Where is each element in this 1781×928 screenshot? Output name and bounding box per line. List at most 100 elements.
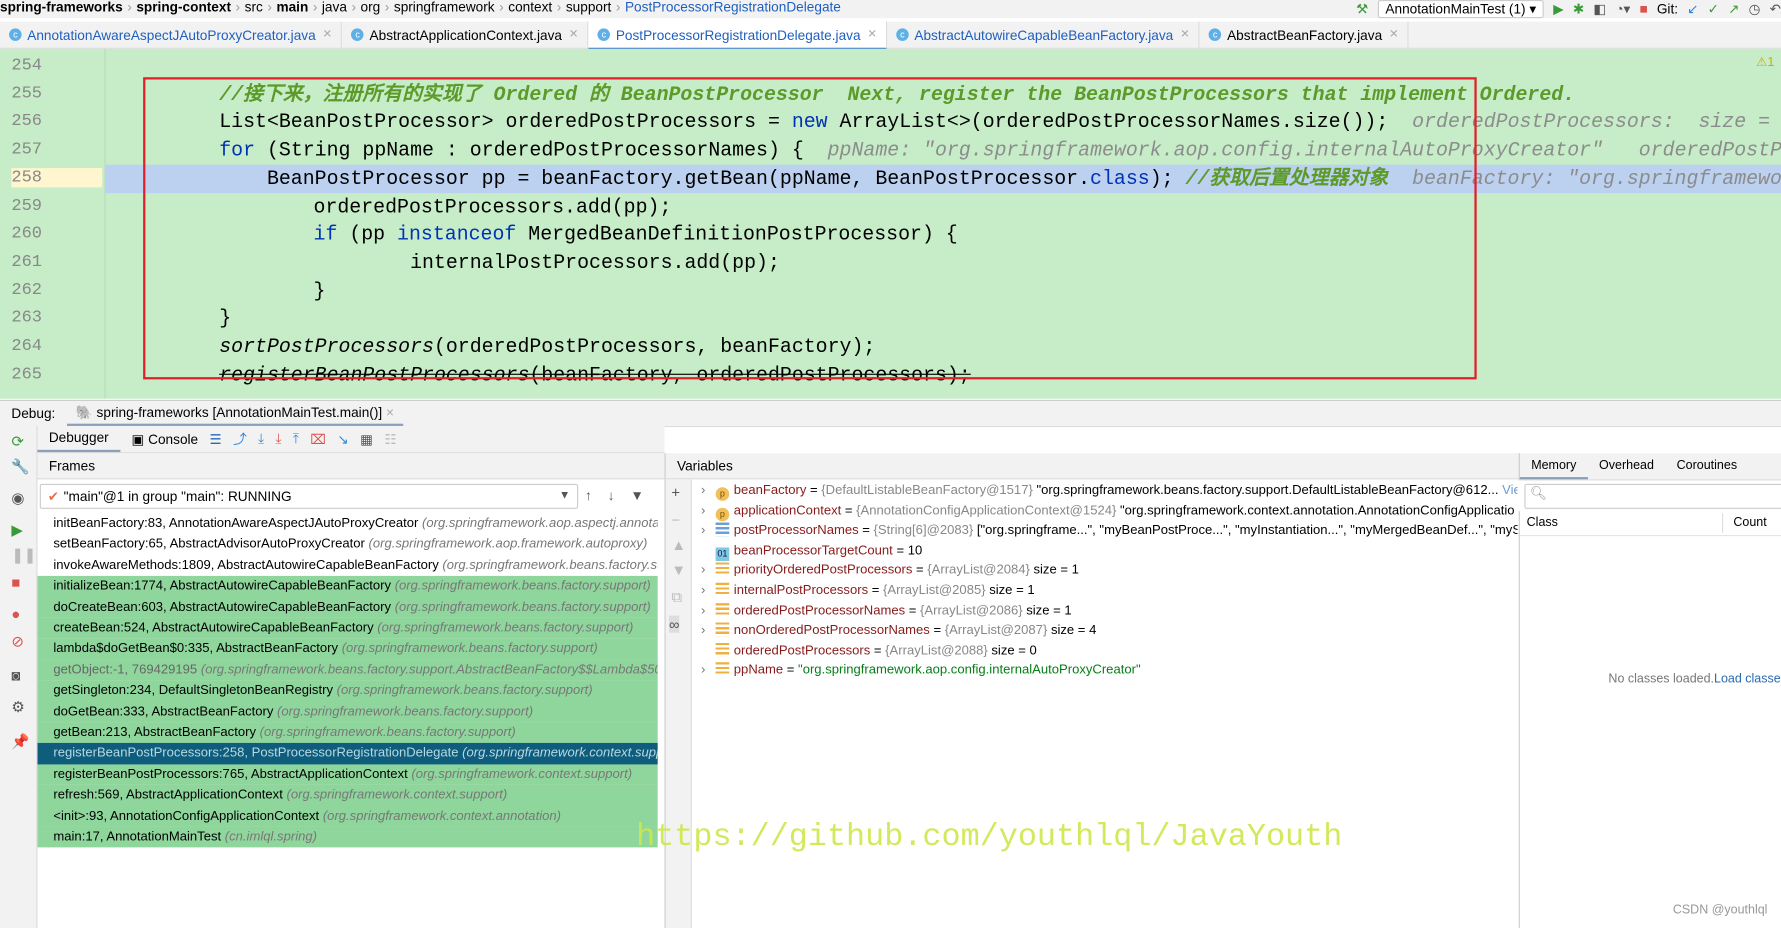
breakpoints-icon[interactable]: ● — [11, 605, 20, 622]
debug-icon[interactable]: ✱ — [1573, 1, 1584, 17]
variable-row[interactable]: › ppName = "org.springframework.aop.confi… — [691, 662, 1518, 682]
editor-tab[interactable]: c PostProcessorRegistrationDelegate.java ✕ — [588, 21, 888, 50]
stack-frame[interactable]: getSingleton:234, DefaultSingletonBeanRe… — [37, 680, 658, 702]
editor-tab[interactable]: c AbstractAutowireCapableBeanFactory.java… — [887, 21, 1200, 48]
history-icon[interactable]: ◷ — [1749, 1, 1761, 17]
stack-frame[interactable]: setBeanFactory:65, AbstractAdvisorAutoPr… — [37, 534, 657, 555]
warning-indicator[interactable]: ⚠1 — [1756, 55, 1774, 70]
variable-row[interactable]: › p beanFactory = {DefaultListableBeanFact… — [691, 482, 1518, 502]
variable-row[interactable]: › priorityOrderedPostProcessors = {ArrayL… — [691, 562, 1518, 582]
breadcrumb-item[interactable]: PostProcessorRegistrationDelegate — [625, 0, 841, 15]
variable-row[interactable]: › internalPostProcessors = {ArrayList@208… — [691, 582, 1518, 602]
gear-icon[interactable]: ⚙ — [11, 699, 24, 717]
stack-frame[interactable]: getObject:-1, 769429195 (org.springframe… — [37, 659, 658, 681]
column-count[interactable]: Count — [1733, 511, 1766, 535]
editor-tab[interactable]: c AbstractApplicationContext.java ✕ — [342, 21, 589, 48]
run-to-cursor-icon[interactable]: ↘ — [337, 431, 348, 447]
thread-select[interactable]: ✔ "main"@1 in group "main": RUNNING ▼ — [39, 483, 579, 509]
step-over-icon[interactable]: ⤓ — [258, 431, 264, 448]
close-icon[interactable]: ✕ — [867, 28, 877, 40]
memory-search-input[interactable]: 🔍︎ — [1524, 483, 1781, 509]
glasses-icon[interactable]: ∞ — [669, 615, 680, 633]
run-icon[interactable]: ▶ — [1553, 1, 1563, 17]
drop-frame-icon[interactable]: ⌧ — [310, 431, 326, 447]
close-icon[interactable]: ✕ — [569, 28, 579, 40]
load-classes-link[interactable]: Load classes — [1714, 672, 1781, 686]
variable-row[interactable]: › nonOrderedPostProcessorNames = {ArrayLi… — [691, 622, 1518, 642]
expand-arrow-icon[interactable]: › — [691, 602, 716, 622]
breadcrumb-item[interactable]: org — [361, 0, 381, 15]
arrow-up-icon[interactable]: ↑ — [585, 487, 592, 503]
profile-icon[interactable]: ◔▾ — [1615, 1, 1630, 17]
coverage-icon[interactable]: ◧ — [1593, 1, 1606, 17]
stack-frame[interactable]: doGetBean:333, AbstractBeanFactory (org.… — [37, 701, 658, 723]
git-update-icon[interactable]: ↙ — [1687, 1, 1698, 17]
breadcrumb-item[interactable]: springframework — [394, 0, 495, 15]
breadcrumb-item[interactable]: src — [245, 0, 263, 15]
tab-memory[interactable]: Memory — [1519, 453, 1588, 480]
expand-arrow-icon[interactable]: › — [691, 622, 716, 642]
stack-frame[interactable]: refresh:569, AbstractApplicationContext … — [37, 785, 658, 807]
variable-row[interactable]: orderedPostProcessors = {ArrayList@2088}… — [691, 642, 1518, 662]
add-watch-icon[interactable]: + — [671, 484, 680, 501]
stop-icon[interactable]: ■ — [11, 574, 20, 591]
view-breakpoints-eye-icon[interactable]: ◉ — [11, 490, 24, 508]
variable-row[interactable]: › orderedPostProcessorNames = {ArrayList@… — [691, 602, 1518, 622]
run-config-select[interactable]: AnnotationMainTest (1) ▾ — [1377, 0, 1545, 19]
step-out-icon[interactable]: ⤒ — [293, 431, 299, 448]
stack-frame[interactable]: initBeanFactory:83, AnnotationAwareAspec… — [37, 513, 657, 534]
tab-coroutines[interactable]: Coroutines — [1665, 453, 1748, 479]
close-icon[interactable]: ✕ — [1389, 28, 1399, 40]
variable-row[interactable]: › postProcessorNames = {String[6]@2083} [… — [691, 522, 1518, 542]
stop-icon[interactable]: ■ — [1639, 1, 1647, 17]
gutter[interactable]: 254 255 256 257 258 259 260 261 262 263 264 265 — [0, 48, 106, 399]
rerun-icon[interactable]: ⟳ — [11, 433, 23, 451]
expand-arrow-icon[interactable]: › — [691, 482, 716, 502]
stack-frame[interactable]: createBean:524, AbstractAutowireCapableB… — [37, 617, 658, 639]
build-icon[interactable]: ⚒ — [1356, 1, 1368, 17]
trace-icon[interactable]: ☷ — [384, 431, 396, 447]
column-class[interactable]: Class — [1527, 511, 1558, 535]
code-editor[interactable]: 254 255 256 257 258 259 260 261 262 263 264 265 //接… — [0, 48, 1781, 399]
menu-icon[interactable]: ☰ — [210, 431, 222, 447]
stack-frame[interactable]: invokeAwareMethods:1809, AbstractAutowir… — [37, 555, 657, 576]
view-link[interactable]: View — [1499, 484, 1517, 498]
close-icon[interactable]: × — [386, 404, 394, 420]
stack-frame[interactable]: lambda$doGetBean$0:335, AbstractBeanFact… — [37, 638, 658, 660]
mute-breakpoints-icon[interactable]: ⊘ — [11, 633, 23, 651]
debug-session-tab[interactable]: 🐘 spring-frameworks [AnnotationMainTest.… — [66, 401, 404, 426]
move-up-icon[interactable]: ▲ — [671, 536, 686, 553]
move-down-icon[interactable]: ▼ — [671, 561, 686, 578]
expand-arrow-icon[interactable]: › — [691, 582, 716, 602]
remove-watch-icon[interactable]: − — [671, 511, 680, 528]
evaluate-expression-icon[interactable]: ▦ — [360, 431, 373, 447]
variable-row[interactable]: › p applicationContext = {AnnotationConfig… — [691, 502, 1518, 522]
close-icon[interactable]: ✕ — [323, 28, 333, 40]
filter-icon[interactable]: ▼ — [630, 487, 644, 503]
rollback-icon[interactable]: ↶ — [1770, 1, 1781, 17]
stack-frame[interactable]: getBean:213, AbstractBeanFactory (org.sp… — [37, 722, 658, 744]
stack-frame[interactable]: registerBeanPostProcessors:765, Abstract… — [37, 764, 658, 786]
camera-icon[interactable]: ◙ — [11, 667, 20, 684]
stack-frame[interactable]: <init>:93, AnnotationConfigApplicationCo… — [37, 806, 658, 827]
pause-icon[interactable]: ❚❚ — [11, 546, 36, 564]
breadcrumb-item[interactable]: spring-context — [136, 0, 231, 15]
copy-icon[interactable]: ⧉ — [671, 588, 682, 606]
breadcrumb-item[interactable]: context — [508, 0, 552, 15]
stack-frame[interactable]: initializeBean:1774, AbstractAutowireCap… — [37, 576, 658, 598]
expand-arrow-icon[interactable]: › — [691, 502, 716, 522]
editor-tab[interactable]: c AnnotationAwareAspectJAutoProxyCreator.… — [0, 21, 343, 48]
tab-overhead[interactable]: Overhead — [1588, 453, 1666, 479]
expand-arrow-icon[interactable]: › — [691, 522, 716, 542]
expand-arrow-icon[interactable]: › — [691, 562, 716, 582]
git-commit-icon[interactable]: ✓ — [1708, 1, 1719, 17]
breadcrumb-item[interactable]: spring-frameworks — [0, 0, 123, 15]
stack-frame[interactable]: registerBeanPostProcessors:258, PostProc… — [37, 743, 658, 765]
resume-icon[interactable]: ▶ — [11, 521, 22, 539]
breadcrumb-item[interactable]: support — [566, 0, 611, 15]
stack-frame[interactable]: doCreateBean:603, AbstractAutowireCapabl… — [37, 597, 658, 618]
pin-icon[interactable]: 📌 — [11, 733, 29, 751]
git-push-icon[interactable]: ↗ — [1728, 1, 1739, 17]
variable-row[interactable]: 01 beanProcessorTargetCount = 10 — [691, 542, 1518, 562]
breadcrumb-item[interactable]: java — [322, 0, 347, 15]
